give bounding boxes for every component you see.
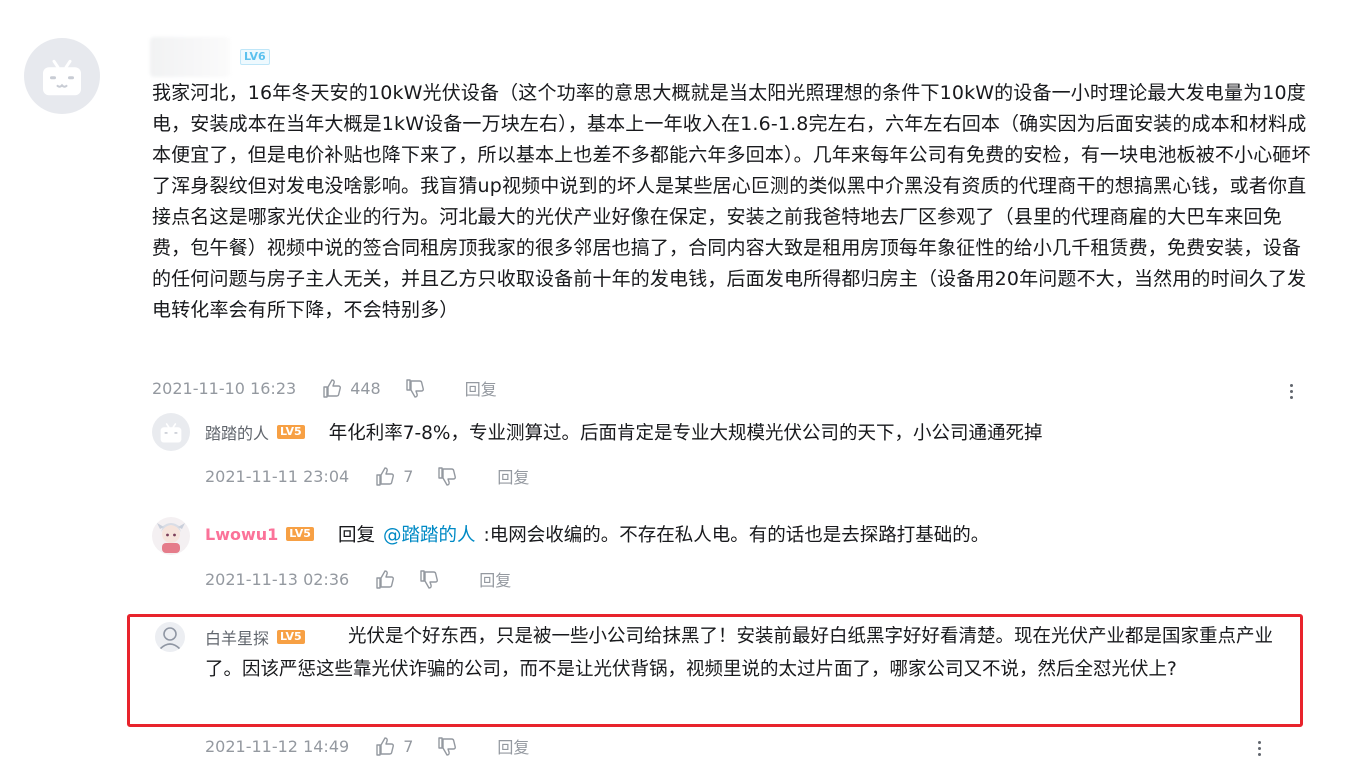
anime-avatar-icon bbox=[157, 523, 185, 553]
more-vertical-icon[interactable] bbox=[1288, 384, 1294, 399]
reply-1-time: 2021-11-11 23:04 bbox=[205, 466, 350, 486]
reply-1-username[interactable]: 踏踏的人 bbox=[205, 420, 269, 444]
main-comment-meta: 2021-11-10 16:23 448 回复 bbox=[152, 376, 497, 400]
main-comment-reply-button[interactable]: 回复 bbox=[465, 376, 497, 400]
reply-3-text: 光伏是个好东西，只是被一些小公司给抹黑了！安装前最好白纸黑字好好看清楚。现在光伏… bbox=[205, 626, 1274, 680]
main-comment-username-blurred[interactable] bbox=[150, 37, 230, 77]
avatar-tv-icon bbox=[160, 423, 182, 443]
reply-3-like-count: 7 bbox=[403, 736, 414, 756]
thumb-down-icon bbox=[420, 569, 439, 589]
thumb-up-icon bbox=[376, 736, 395, 756]
thumb-up-icon bbox=[376, 466, 395, 486]
reply-2-reply-button[interactable]: 回复 bbox=[479, 567, 511, 591]
main-comment-time: 2021-11-10 16:23 bbox=[152, 378, 297, 398]
reply-3-reply-button[interactable]: 回复 bbox=[497, 734, 529, 758]
main-comment-dislike-button[interactable] bbox=[405, 378, 425, 398]
reply-1-level-badge: LV5 bbox=[277, 425, 305, 439]
reply-1-like-button[interactable]: 7 bbox=[375, 467, 413, 486]
thumb-down-icon bbox=[438, 466, 457, 486]
reply-1-text: 年化利率7-8%，专业测算过。后面肯定是专业大规模光伏公司的天下，小公司通通死掉 bbox=[328, 423, 1043, 444]
thumb-down-icon bbox=[406, 378, 424, 398]
reply-3-like-button[interactable]: 7 bbox=[375, 737, 413, 756]
more-vertical-icon[interactable] bbox=[1256, 741, 1262, 756]
main-comment-text: 我家河北，16年冬天安的10kW光伏设备（这个功率的意思大概就是当太阳光照理想的… bbox=[152, 82, 1311, 321]
reply-1-avatar[interactable] bbox=[152, 413, 190, 451]
main-comment-like-button[interactable]: 448 bbox=[322, 379, 381, 398]
reply-1-row: 踏踏的人 LV5 年化利率7-8%，专业测算过。后面肯定是专业大规模光伏公司的天… bbox=[205, 419, 1043, 445]
reply-3-avatar[interactable] bbox=[155, 622, 185, 652]
avatar-user-icon bbox=[159, 627, 181, 650]
reply-2-meta: 2021-11-13 02:36 回复 bbox=[205, 567, 511, 591]
reply-1-reply-button[interactable]: 回复 bbox=[497, 464, 529, 488]
reply-1-dislike-button[interactable] bbox=[437, 466, 457, 486]
thumb-down-icon bbox=[438, 736, 457, 756]
reply-3-dislike-button[interactable] bbox=[437, 736, 457, 756]
thumb-up-icon bbox=[323, 378, 342, 398]
main-comment-level-badge: LV6 bbox=[240, 49, 270, 65]
reply-2-mention-link[interactable]: @踏踏的人 bbox=[383, 521, 476, 547]
reply-2-row: Lwowu1 LV5 回复 @踏踏的人 :电网会收编的。不存在私人电。有的话也是… bbox=[205, 521, 989, 547]
main-comment-avatar[interactable] bbox=[24, 38, 100, 114]
reply-1-like-count: 7 bbox=[403, 466, 414, 486]
reply-1-meta: 2021-11-11 23:04 7 回复 bbox=[205, 464, 529, 488]
reply-2-level-badge: LV5 bbox=[286, 527, 314, 541]
reply-2-reply-prefix: 回复 bbox=[337, 525, 375, 546]
reply-2-like-button[interactable] bbox=[375, 569, 395, 589]
main-comment-like-count: 448 bbox=[350, 378, 381, 398]
reply-2-avatar[interactable] bbox=[152, 517, 190, 555]
reply-2-dislike-button[interactable] bbox=[419, 569, 439, 589]
reply-2-username[interactable]: Lwowu1 bbox=[205, 525, 278, 544]
reply-3-time: 2021-11-12 14:49 bbox=[205, 736, 350, 756]
reply-3-meta: 2021-11-12 14:49 7 回复 bbox=[205, 734, 529, 758]
reply-2-text: :电网会收编的。不存在私人电。有的话也是去探路打基础的。 bbox=[483, 525, 990, 546]
thumb-up-icon bbox=[376, 569, 395, 589]
reply-2-time: 2021-11-13 02:36 bbox=[205, 569, 350, 589]
avatar-tv-icon bbox=[43, 59, 81, 96]
